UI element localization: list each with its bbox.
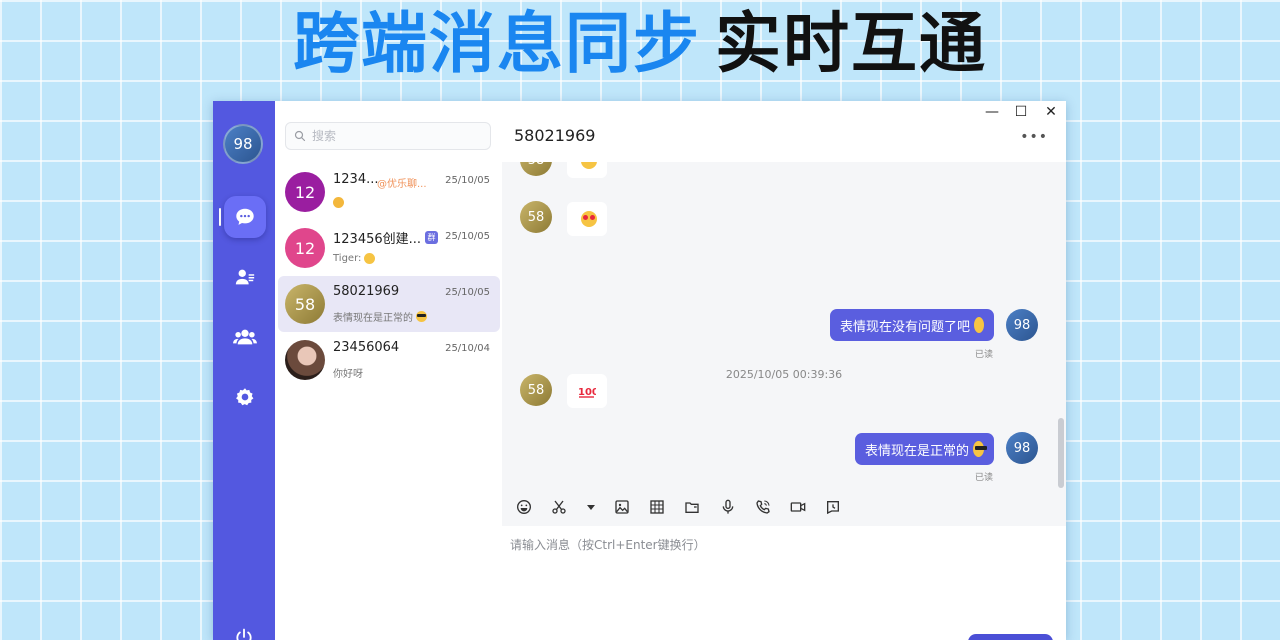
emoji-message: 100 bbox=[567, 374, 607, 408]
read-receipt: 已读 bbox=[975, 473, 994, 483]
sent-message-bubble: 表情现在没有问题了吧 bbox=[830, 309, 994, 341]
conversation-time: 25/10/05 bbox=[445, 231, 490, 242]
conversation-name: 23456064 bbox=[333, 340, 400, 355]
power-icon bbox=[236, 628, 252, 640]
chat-app-window: 98 搜索 12 1234... @优乐聊... 25/10/05 12 123… bbox=[213, 101, 1066, 640]
message-input[interactable] bbox=[508, 534, 1052, 618]
conversation-item-selected[interactable]: 58 58021969 25/10/05 表情现在是正常的 bbox=[278, 276, 500, 332]
conversation-item[interactable]: 12 123456创建... 群 25/10/05 Tiger: bbox=[278, 220, 500, 276]
conversation-time: 25/10/04 bbox=[445, 343, 490, 354]
conversation-preview: 表情现在是正常的 bbox=[333, 309, 427, 324]
conversation-item[interactable]: 23456064 25/10/04 你好呀 bbox=[278, 332, 500, 388]
conversation-list: 12 1234... @优乐聊... 25/10/05 12 123456创建.… bbox=[275, 101, 503, 640]
minimize-button[interactable]: — bbox=[982, 104, 1002, 120]
conversation-preview bbox=[333, 197, 344, 208]
mention-tag: @优乐聊... bbox=[377, 179, 427, 190]
conversation-name: 1234... bbox=[333, 172, 379, 187]
active-indicator bbox=[219, 208, 221, 226]
message-editor bbox=[502, 526, 1066, 640]
sunglasses-emoji-icon bbox=[416, 311, 427, 322]
kiss-emoji-icon bbox=[974, 317, 984, 333]
chat-title: 58021969 bbox=[514, 126, 596, 145]
nav-settings[interactable] bbox=[224, 376, 266, 418]
phone-icon bbox=[756, 500, 770, 514]
more-options-button[interactable]: ••• bbox=[1020, 129, 1048, 145]
screenshot-options-dropdown[interactable] bbox=[582, 498, 600, 516]
conversation-name: 123456创建... bbox=[333, 232, 422, 247]
video-call-button[interactable] bbox=[789, 498, 807, 516]
microphone-icon bbox=[722, 499, 734, 514]
message-list: 58 58 2025/10/05 00:39:36 表情现在没有问题了吧 已读 … bbox=[502, 162, 1066, 489]
table-button[interactable] bbox=[648, 498, 666, 516]
peer-avatar: 58 bbox=[520, 201, 552, 233]
nav-rail: 98 bbox=[213, 101, 275, 640]
headline-black: 实时互通 bbox=[715, 5, 987, 82]
sent-message-bubble: 表情现在是正常的 bbox=[855, 433, 994, 465]
heart-eyes-emoji-icon bbox=[580, 211, 597, 227]
nav-groups[interactable] bbox=[224, 316, 266, 358]
chat-panel: 58021969 — ☐ ✕ ••• 58 58 2025/10/05 00:3… bbox=[502, 101, 1066, 640]
message-scrollbar[interactable] bbox=[1058, 418, 1064, 488]
power-button[interactable] bbox=[234, 627, 254, 640]
emoji-button[interactable] bbox=[515, 498, 533, 516]
conversation-avatar: 12 bbox=[285, 228, 325, 268]
image-icon bbox=[615, 500, 629, 514]
chat-bubble-icon bbox=[236, 208, 254, 225]
table-icon bbox=[650, 500, 664, 514]
video-camera-icon bbox=[790, 502, 806, 512]
search-box[interactable] bbox=[285, 122, 491, 150]
conversation-time: 25/10/05 bbox=[445, 175, 490, 186]
folder-icon bbox=[685, 502, 699, 513]
maximize-button[interactable]: ☐ bbox=[1011, 104, 1031, 120]
file-button[interactable] bbox=[683, 498, 701, 516]
smiley-icon bbox=[517, 500, 531, 514]
search-icon bbox=[294, 130, 306, 142]
scissors-icon bbox=[552, 500, 566, 514]
nav-contacts[interactable] bbox=[224, 256, 266, 298]
group-badge-icon: 群 bbox=[425, 231, 438, 244]
conversation-avatar-photo bbox=[285, 340, 325, 380]
conversation-avatar: 12 bbox=[285, 172, 325, 212]
clock-history-icon bbox=[827, 501, 839, 515]
caret-down-icon bbox=[587, 505, 595, 510]
conversation-avatar: 58 bbox=[285, 284, 325, 324]
contact-icon bbox=[235, 269, 255, 285]
headline-blue: 跨端消息同步 bbox=[293, 5, 701, 82]
sunglasses-emoji-icon bbox=[973, 441, 988, 457]
hundred-points-emoji-icon: 100 bbox=[578, 387, 596, 398]
peer-avatar: 58 bbox=[520, 374, 552, 406]
emoji-message bbox=[567, 162, 607, 178]
emoji-icon bbox=[580, 162, 597, 169]
conversation-time: 25/10/05 bbox=[445, 287, 490, 298]
conversation-name: 58021969 bbox=[333, 284, 400, 299]
image-button[interactable] bbox=[613, 498, 631, 516]
emoji-message bbox=[567, 202, 607, 236]
conversation-preview: 你好呀 bbox=[333, 369, 363, 380]
history-button[interactable] bbox=[824, 498, 842, 516]
my-message-avatar: 98 bbox=[1006, 432, 1038, 464]
search-input[interactable] bbox=[310, 128, 484, 144]
composer-toolbar bbox=[502, 489, 1066, 526]
close-button[interactable]: ✕ bbox=[1041, 104, 1061, 120]
group-icon bbox=[233, 329, 257, 345]
chat-header: 58021969 — ☐ ✕ ••• bbox=[502, 101, 1066, 162]
promo-headline: 跨端消息同步 实时互通 bbox=[0, 4, 1280, 84]
voice-button[interactable] bbox=[719, 498, 737, 516]
conversation-item[interactable]: 12 1234... @优乐聊... 25/10/05 bbox=[278, 164, 500, 220]
voice-call-button[interactable] bbox=[754, 498, 772, 516]
conversation-preview: Tiger: bbox=[333, 253, 376, 264]
send-button[interactable] bbox=[968, 634, 1053, 640]
crying-emoji-icon bbox=[333, 197, 344, 208]
nav-messages[interactable] bbox=[224, 196, 266, 238]
gear-icon bbox=[236, 388, 254, 406]
read-receipt: 已读 bbox=[975, 350, 994, 360]
my-avatar[interactable]: 98 bbox=[223, 124, 263, 164]
peer-avatar: 58 bbox=[520, 162, 552, 176]
my-message-avatar: 98 bbox=[1006, 309, 1038, 341]
grin-emoji-icon bbox=[364, 253, 376, 264]
screenshot-button[interactable] bbox=[550, 498, 568, 516]
